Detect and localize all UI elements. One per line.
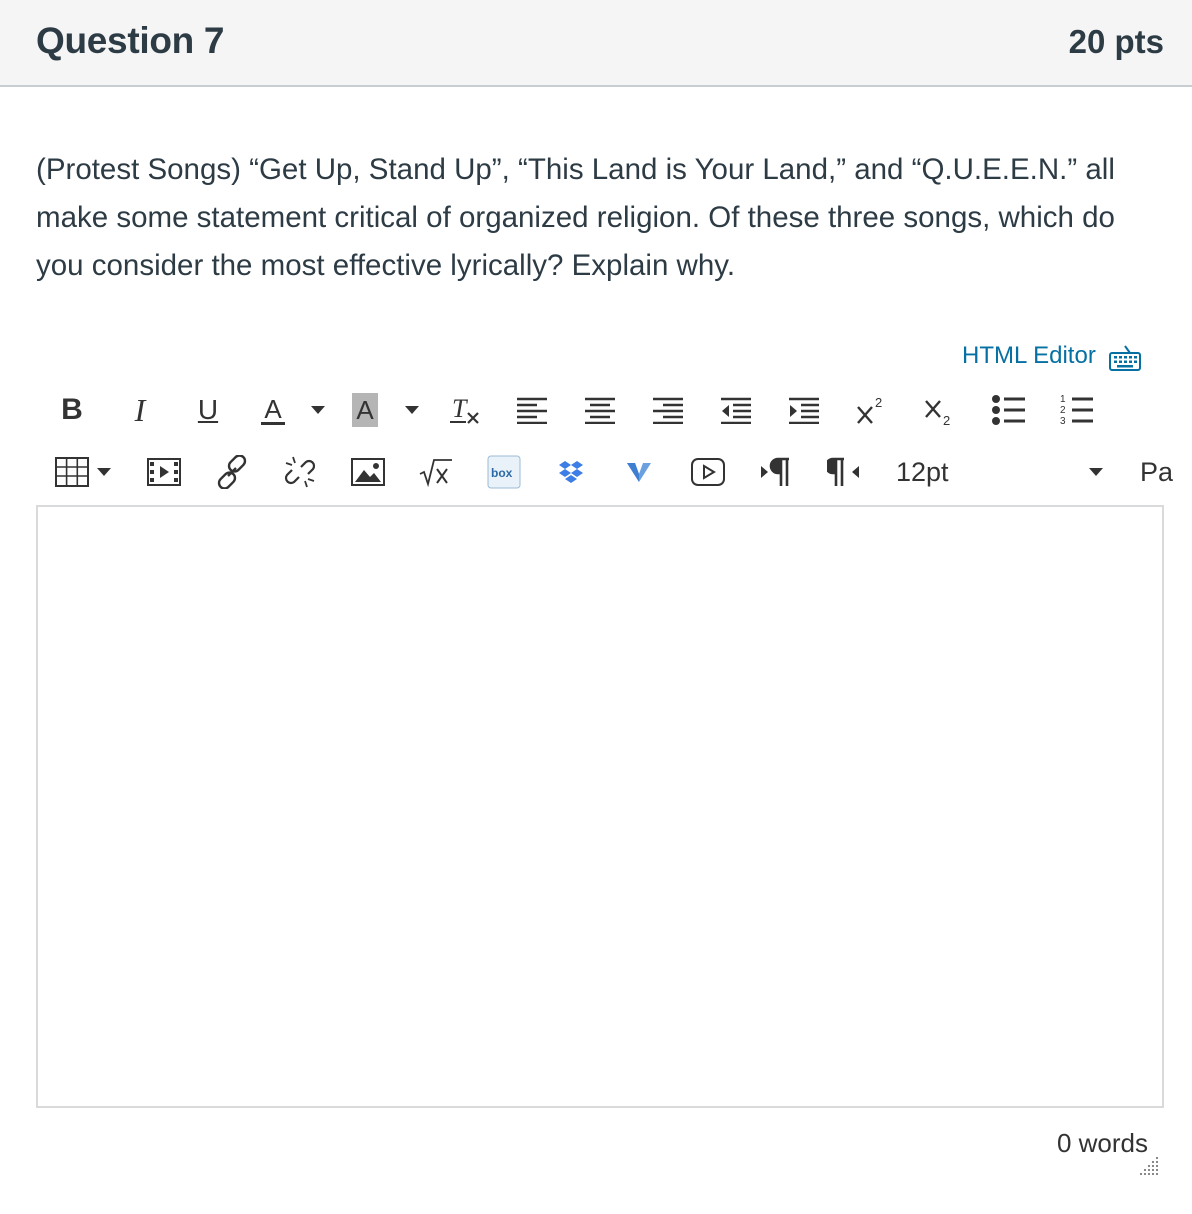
rich-text-editor-area[interactable] [36, 505, 1164, 1108]
rtl-direction-button[interactable] [826, 448, 862, 496]
text-color-button[interactable]: A [256, 386, 290, 434]
svg-text:3: 3 [1060, 416, 1066, 427]
v-logo-icon [627, 463, 651, 482]
vimeo-button[interactable] [624, 448, 654, 496]
link-icon [217, 455, 247, 489]
box-icon: box [487, 455, 521, 489]
table-button[interactable] [54, 448, 90, 496]
paragraph-format-select[interactable]: Pa [1140, 448, 1192, 496]
numbered-list-icon: 123 [1060, 394, 1093, 427]
font-size-select[interactable]: 12pt [896, 448, 956, 496]
image-icon [351, 458, 385, 486]
word-count: 0 words [1056, 1128, 1148, 1158]
dropbox-icon [559, 461, 583, 483]
text-color-dropdown[interactable] [310, 386, 326, 434]
subscript-button[interactable]: 2 [922, 386, 956, 434]
svg-text:box: box [491, 466, 513, 480]
superscript-button[interactable]: 2 [854, 386, 888, 434]
question-points: 20 pts [1068, 23, 1164, 60]
svg-text:2: 2 [943, 413, 950, 427]
subscript-icon: 2 [925, 400, 950, 427]
text-color-label: A [261, 396, 285, 425]
align-center-icon [585, 397, 615, 424]
insert-link-button[interactable] [214, 448, 250, 496]
square-root-icon [419, 459, 452, 487]
underline-button[interactable]: U [194, 386, 222, 434]
background-color-label: A [352, 393, 378, 427]
font-size-dropdown[interactable] [1088, 448, 1104, 496]
math-equation-button[interactable] [418, 448, 454, 496]
film-icon [147, 458, 181, 486]
editor-toolbar-row-2: box 12pt Pa [0, 448, 1192, 498]
resize-handle-icon[interactable] [1138, 1155, 1160, 1177]
indent-button[interactable] [786, 386, 822, 434]
indent-icon [789, 397, 819, 424]
paragraph-ltr-icon [761, 457, 789, 486]
svg-text:2: 2 [1060, 405, 1066, 416]
keyboard-icon[interactable] [1108, 343, 1142, 373]
insert-image-button[interactable] [350, 448, 386, 496]
bullet-list-button[interactable] [990, 386, 1026, 434]
svg-text:1: 1 [1060, 394, 1066, 405]
superscript-icon: 2 [857, 395, 882, 424]
background-color-dropdown[interactable] [404, 386, 420, 434]
table-icon [55, 457, 89, 487]
unlink-icon [284, 456, 316, 488]
align-left-button[interactable] [514, 386, 550, 434]
clear-formatting-button[interactable]: T [448, 386, 482, 434]
caret-down-icon [311, 406, 325, 414]
align-right-icon [653, 397, 683, 424]
numbered-list-button[interactable]: 123 [1058, 386, 1094, 434]
outdent-icon [721, 397, 751, 424]
embed-video-button[interactable] [690, 448, 726, 496]
paragraph-rtl-icon [827, 457, 859, 486]
svg-text:T: T [452, 394, 468, 423]
question-title: Question 7 [36, 20, 225, 61]
bold-button[interactable]: B [58, 386, 86, 434]
dropbox-button[interactable] [556, 448, 586, 496]
align-center-button[interactable] [582, 386, 618, 434]
editor-toolbar-row-1: B I U A A T 2 2 123 [0, 386, 1192, 436]
video-play-icon [691, 458, 725, 486]
bullet-list-icon [992, 395, 1025, 425]
align-left-icon [517, 397, 547, 424]
caret-down-icon [1089, 468, 1103, 476]
align-right-button[interactable] [650, 386, 686, 434]
caret-down-icon [97, 468, 111, 476]
outdent-button[interactable] [718, 386, 754, 434]
italic-button[interactable]: I [126, 386, 154, 434]
clear-formatting-icon: T [450, 394, 479, 424]
box-button[interactable]: box [486, 448, 522, 496]
question-text: (Protest Songs) “Get Up, Stand Up”, “Thi… [36, 153, 1115, 282]
caret-down-icon [405, 406, 419, 414]
background-color-button[interactable]: A [348, 386, 382, 434]
media-button[interactable] [146, 448, 182, 496]
question-header: Question 7 20 pts [0, 0, 1192, 87]
remove-link-button[interactable] [282, 448, 318, 496]
table-dropdown[interactable] [96, 448, 112, 496]
ltr-direction-button[interactable] [758, 448, 794, 496]
svg-text:2: 2 [875, 395, 882, 410]
html-editor-link[interactable]: HTML Editor [962, 342, 1096, 370]
